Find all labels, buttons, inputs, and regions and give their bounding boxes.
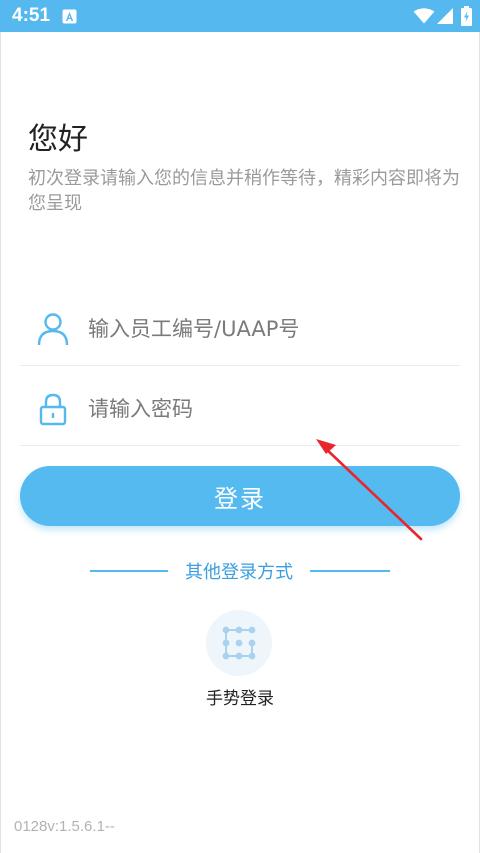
username-row — [20, 285, 460, 366]
a-app-icon — [62, 9, 77, 24]
battery-charging-icon — [461, 6, 472, 26]
gesture-login-button[interactable] — [206, 610, 272, 676]
red-arrow-icon — [316, 439, 423, 541]
gesture-login-label: 手势登录 — [206, 689, 274, 709]
divider-line-left — [90, 570, 168, 572]
greeting-subtitle: 初次登录请输入您的信息并稍作等待，精彩内容即将为您呈现 — [28, 168, 460, 214]
username-input[interactable] — [88, 307, 448, 351]
status-time: 4:51 — [12, 5, 51, 26]
greeting-title: 您好 — [28, 122, 88, 157]
version-text: 0128v:1.5.6.1-- — [14, 818, 115, 835]
wifi-icon — [413, 8, 435, 24]
user-icon — [37, 313, 69, 346]
signal-icon — [437, 8, 453, 24]
lock-icon — [39, 393, 67, 426]
other-login-label: 其他登录方式 — [185, 562, 293, 583]
frame-border-left — [0, 32, 1, 853]
divider-line-right — [310, 570, 390, 572]
status-bar: 4:51 — [0, 0, 480, 32]
gesture-grid-icon — [222, 626, 256, 660]
